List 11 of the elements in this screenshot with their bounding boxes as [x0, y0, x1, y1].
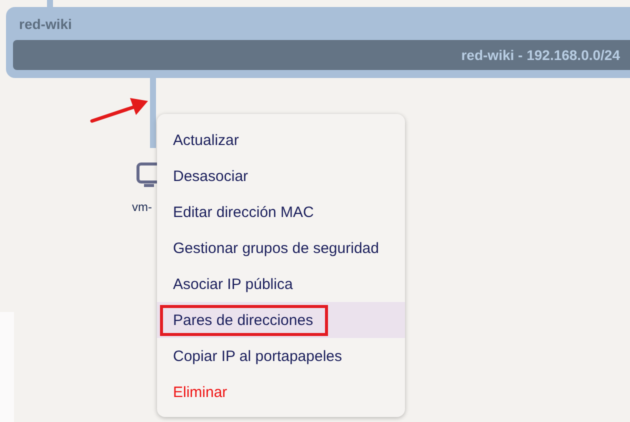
menu-item[interactable]: Eliminar — [157, 374, 405, 410]
menu-item[interactable]: Editar dirección MAC — [157, 194, 405, 230]
menu-item[interactable]: Pares de direcciones — [157, 302, 405, 338]
menu-item[interactable]: Gestionar grupos de seguridad — [157, 230, 405, 266]
network-name: red-wiki — [19, 16, 73, 34]
menu-item[interactable]: Desasociar — [157, 158, 405, 194]
menu-item[interactable]: Asociar IP pública — [157, 266, 405, 302]
menu-item[interactable]: Actualizar — [157, 122, 405, 158]
subnet-label: red-wiki - 192.168.0.0/24 — [461, 47, 620, 63]
menu-item[interactable]: Copiar IP al portapapeles — [157, 338, 405, 374]
vm-label: vm- — [132, 200, 152, 214]
